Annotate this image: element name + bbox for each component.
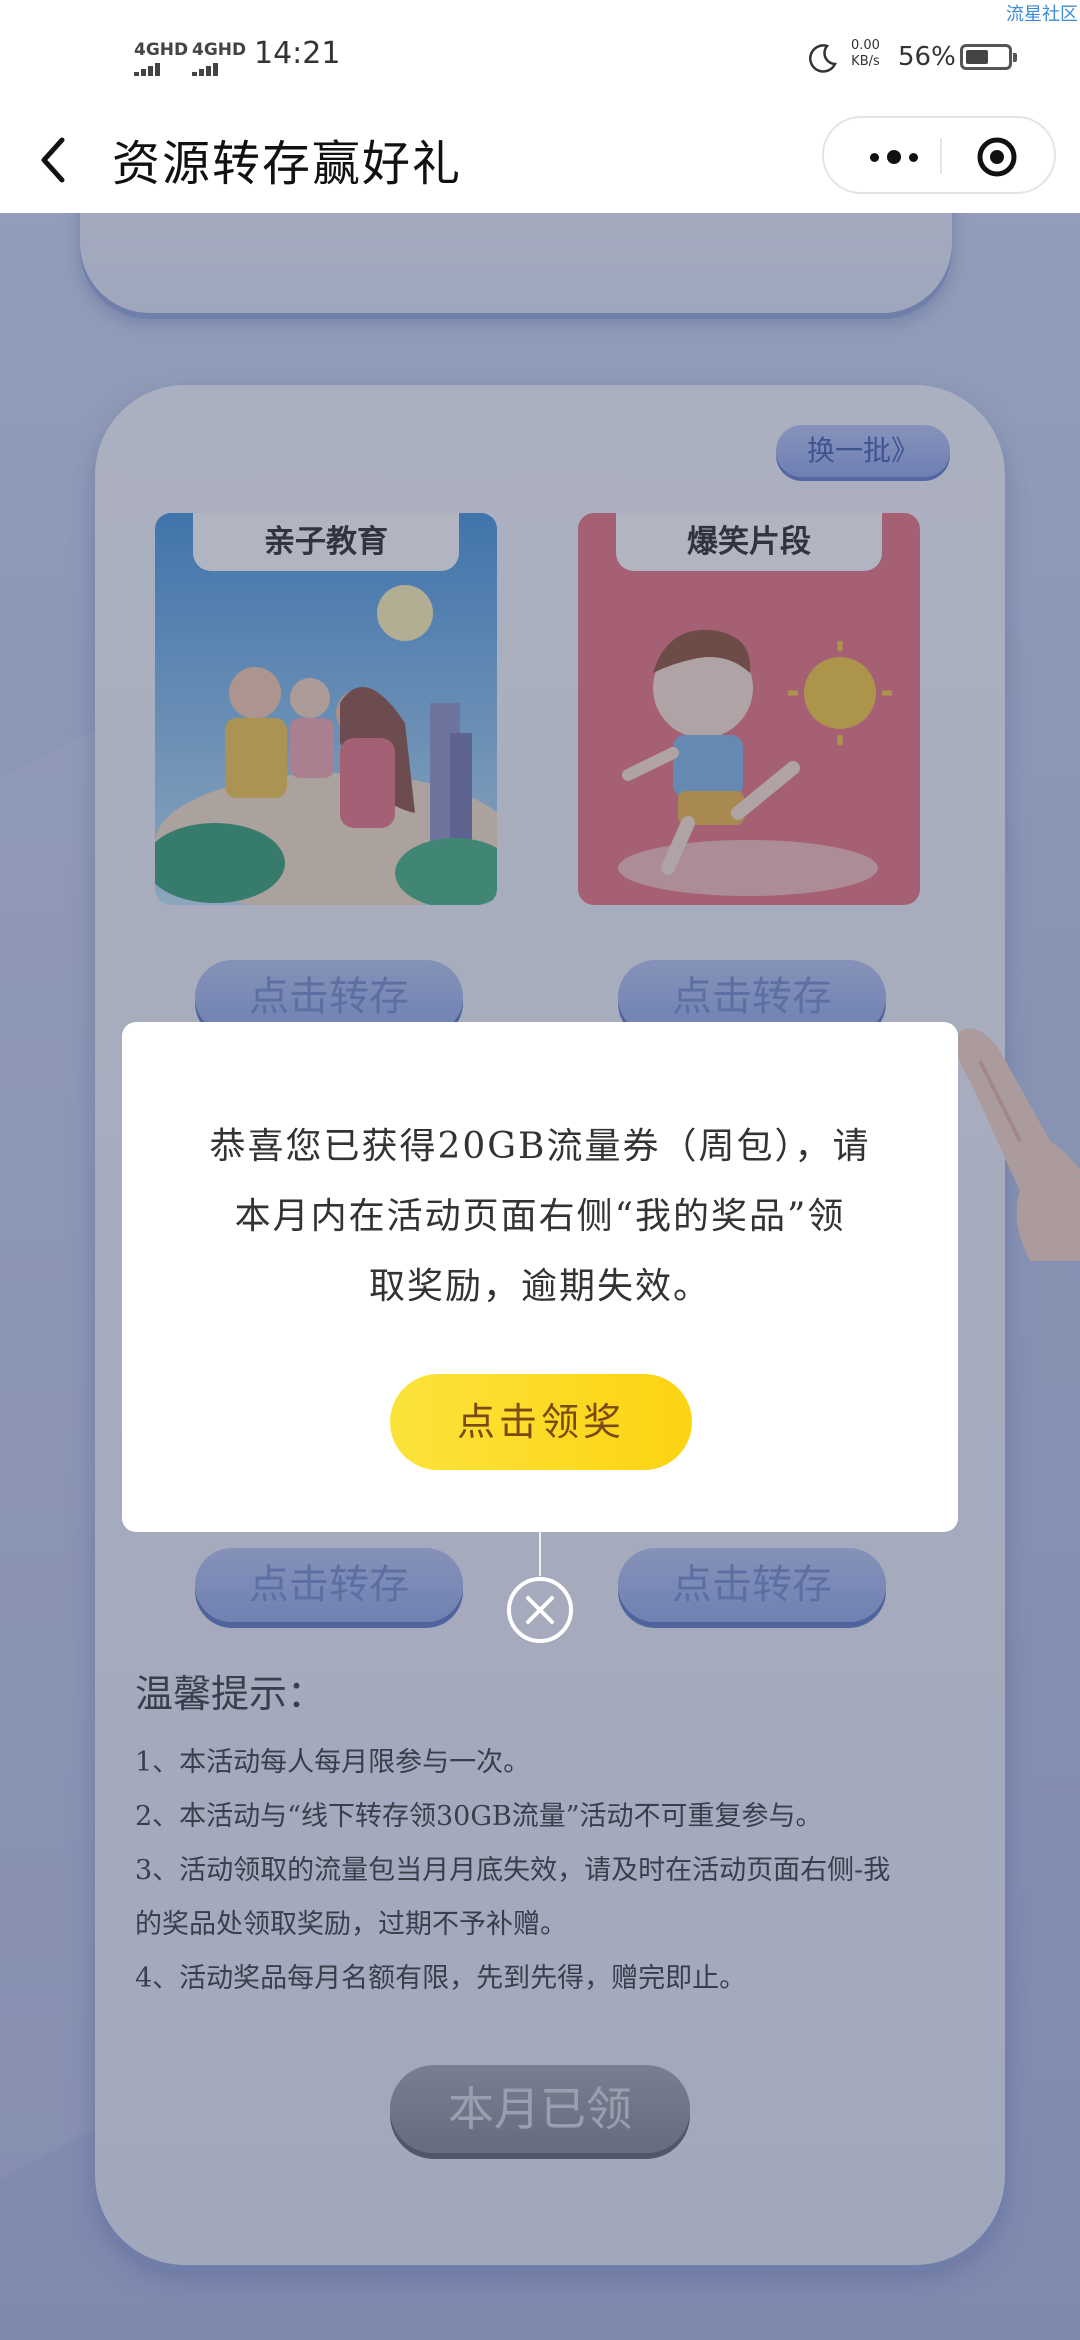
signal-2: 4GHD — [192, 40, 247, 76]
page-title: 资源转存赢好礼 — [112, 136, 463, 192]
close-connector-line — [539, 1532, 541, 1576]
signal-2-label: 4GHD — [192, 40, 247, 60]
reward-message-line: 恭喜您已获得20GB流量券（周包），请 — [209, 1126, 871, 1167]
signal-bars-icon — [134, 60, 188, 76]
close-circle-icon[interactable] — [506, 1576, 574, 1644]
clock: 14:21 — [254, 36, 341, 71]
signal-bars-icon — [192, 60, 246, 76]
battery-icon — [960, 44, 1017, 70]
reward-message-line: 本月内在活动页面右侧“我的奖品”领 — [234, 1196, 846, 1237]
battery-nub — [1013, 53, 1017, 62]
reward-message-line: 取奖励，逾期失效。 — [368, 1266, 711, 1307]
net-speed-value: 0.00 — [851, 38, 880, 53]
signal-1-label: 4GHD — [134, 40, 189, 60]
nav-bar: 资源转存赢好礼 — [0, 110, 1080, 213]
net-speed-unit: KB/s — [851, 54, 880, 69]
watermark: 流星社区 — [1006, 4, 1078, 25]
net-speed: 0.00 KB/s — [851, 38, 880, 70]
target-circle-icon[interactable] — [976, 136, 1018, 178]
reward-message: 恭喜您已获得20GB流量券（周包），请 本月内在活动页面右侧“我的奖品”领 取奖… — [186, 1112, 894, 1322]
status-bar: 4GHD 4GHD 14:21 流星社区 0.00 KB/s 56% — [0, 0, 1080, 110]
chevron-left-icon[interactable] — [30, 130, 80, 190]
battery-fill — [966, 50, 988, 64]
capsule-divider — [940, 138, 942, 174]
signal-1: 4GHD — [134, 40, 189, 76]
battery-percent: 56% — [898, 42, 956, 72]
moon-icon — [809, 44, 837, 73]
claim-reward-button[interactable]: 点击领奖 — [390, 1374, 692, 1470]
reward-dialog: 恭喜您已获得20GB流量券（周包），请 本月内在活动页面右侧“我的奖品”领 取奖… — [122, 1022, 958, 1532]
more-dots-icon[interactable] — [854, 140, 934, 174]
mini-program-capsule — [822, 116, 1056, 194]
